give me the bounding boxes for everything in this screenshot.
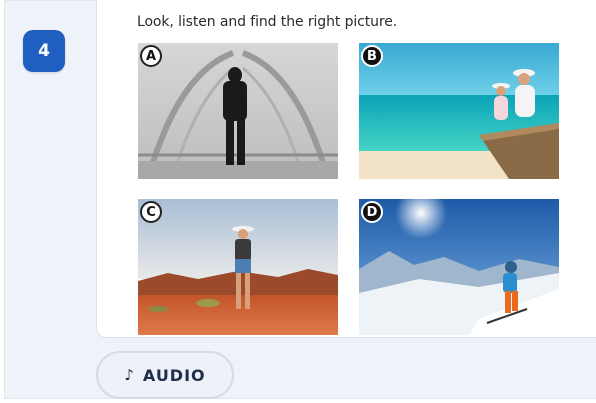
picture-label-b: B (361, 45, 383, 67)
picture-label-a: A (140, 45, 162, 67)
picture-label-d: D (361, 201, 383, 223)
picture-option-d[interactable]: D (359, 199, 559, 335)
foggy-bridge-image (138, 43, 338, 179)
picture-option-a[interactable]: A (138, 43, 338, 179)
audio-button-label: AUDIO (142, 365, 206, 385)
picture-option-c[interactable]: C (138, 199, 338, 335)
desert-image (138, 199, 338, 335)
picture-option-b[interactable]: B (359, 43, 559, 179)
skiing-image (359, 199, 559, 335)
music-note-icon: ♪ (124, 366, 135, 384)
question-instruction: Look, listen and find the right picture. (137, 14, 398, 30)
question-number-badge: 4 (23, 30, 65, 72)
picture-label-c: C (140, 201, 162, 223)
audio-button[interactable]: ♪ AUDIO (96, 351, 234, 399)
beach-image (359, 43, 559, 179)
